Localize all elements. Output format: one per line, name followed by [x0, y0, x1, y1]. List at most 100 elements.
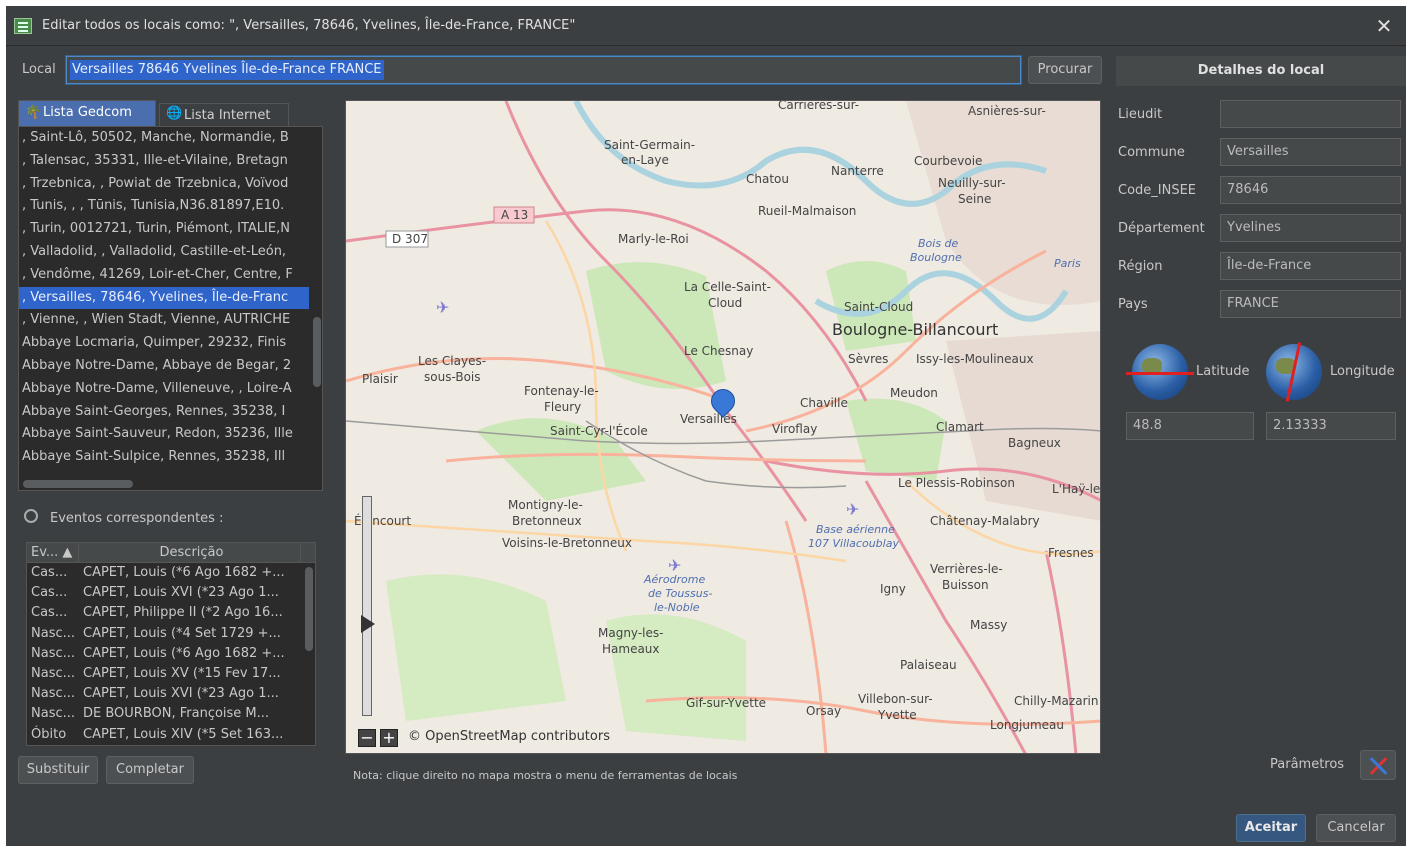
- lieudit-field[interactable]: [1220, 100, 1401, 128]
- list-item[interactable]: Abbaye Saint-Sulpice, Rennes, 35238, Ill: [19, 446, 309, 469]
- zoom-slider[interactable]: [361, 496, 375, 716]
- commune-field[interactable]: Versailles: [1220, 138, 1401, 166]
- code-insee-field[interactable]: 78646: [1220, 176, 1401, 204]
- map-label: Viroflay: [772, 422, 817, 436]
- zoom-in-button[interactable]: +: [380, 729, 398, 747]
- list-item[interactable]: , Talensac, 35331, Ille-et-Vilaine, Bret…: [19, 150, 309, 173]
- table-row[interactable]: Nasc... DE BOURBON, Françoise M...: [27, 704, 315, 724]
- map-note: Nota: clique direito no mapa mostra o me…: [353, 769, 738, 782]
- map-label: Bretonneux: [512, 514, 582, 528]
- table-row[interactable]: Nasc... CAPET, Louis XV (*15 Fev 17...: [27, 664, 315, 684]
- events-scrollbar[interactable]: [303, 563, 315, 745]
- column-header-description[interactable]: Descrição: [79, 543, 301, 562]
- event-description-cell: CAPET, Louis XVI (*23 Ago 1...: [83, 686, 279, 702]
- map-label: Seine: [958, 192, 991, 206]
- tab-internet-list[interactable]: 🌐 Lista Internet: [159, 103, 289, 126]
- list-item[interactable]: , Turin, 0012721, Turin, Piémont, ITALIE…: [19, 218, 309, 241]
- event-type-cell: Cas...: [31, 585, 68, 601]
- map-label: La Celle-Saint-: [684, 280, 771, 294]
- local-label: Local: [22, 62, 56, 77]
- map-label: Châtenay-Malabry: [930, 514, 1040, 528]
- region-field[interactable]: Île-de-France: [1220, 252, 1401, 280]
- scroll-thumb[interactable]: [305, 567, 313, 651]
- table-row[interactable]: Óbito CAPET, Louis XIV (*5 Set 163...: [27, 725, 315, 745]
- list-item[interactable]: , Valladolid, , Valladolid, Castille-et-…: [19, 241, 309, 264]
- map-label: Le Chesnay: [684, 344, 753, 358]
- list-item[interactable]: , Vendôme, 41269, Loir-et-Cher, Centre, …: [19, 264, 309, 287]
- map-label: A 13: [501, 208, 528, 222]
- list-item-selected[interactable]: , Versailles, 78646, Yvelines, Île-de-Fr…: [19, 286, 309, 310]
- window-title: Editar todos os locais como: ", Versaill…: [42, 18, 576, 33]
- map-label: Issy-les-Moulineaux: [916, 352, 1034, 366]
- event-description-cell: DE BOURBON, Françoise M...: [83, 706, 270, 722]
- map-label: Versailles: [680, 412, 737, 426]
- table-row[interactable]: Cas... CAPET, Louis XVI (*23 Ago 1...: [27, 583, 315, 603]
- event-type-cell: Nasc...: [31, 645, 76, 661]
- event-type-cell: Nasc...: [31, 665, 76, 681]
- search-button[interactable]: Procurar: [1028, 56, 1102, 84]
- parameters-tools-icon[interactable]: [1360, 750, 1396, 780]
- list-item[interactable]: Abbaye Saint-Sauveur, Redon, 35236, Ille: [19, 423, 309, 446]
- table-row[interactable]: Nasc... CAPET, Louis (*4 Set 1729 +...: [27, 624, 315, 644]
- place-list[interactable]: , Saint-Lô, 50502, Manche, Normandie, B …: [18, 126, 323, 491]
- close-button[interactable]: ✕: [1372, 14, 1396, 38]
- column-header-event[interactable]: Ev... ▲: [27, 543, 79, 562]
- list-item[interactable]: , Saint-Lô, 50502, Manche, Normandie, B: [19, 127, 309, 150]
- event-description-cell: CAPET, Louis XV (*15 Fev 17...: [83, 665, 281, 681]
- list-item[interactable]: Abbaye Notre-Dame, Abbaye de Begar, 2: [19, 355, 309, 378]
- accept-button[interactable]: Aceitar: [1236, 814, 1306, 842]
- longitude-field[interactable]: 2.13333: [1266, 412, 1396, 440]
- plus-icon: +: [382, 728, 396, 747]
- table-row[interactable]: Nasc... CAPET, Louis XVI (*23 Ago 1...: [27, 684, 315, 704]
- list-item[interactable]: , Trzebnica, , Powiat de Trzebnica, Voïv…: [19, 173, 309, 196]
- map-label: Gif-sur-Yvette: [686, 696, 766, 710]
- longitude-globe-icon: [1266, 342, 1322, 402]
- zoom-out-button[interactable]: −: [358, 729, 376, 747]
- table-row[interactable]: Cas... CAPET, Louis (*6 Ago 1682 +...: [27, 563, 315, 583]
- event-type-cell: Cas...: [31, 605, 68, 621]
- map-label: Montigny-le-: [508, 498, 583, 512]
- latitude-label: Latitude: [1196, 364, 1250, 379]
- tab-gedcom-list[interactable]: 🌴 Lista Gedcom: [18, 100, 156, 126]
- map-label: Nanterre: [831, 164, 884, 178]
- map-label: de Toussus-: [648, 587, 712, 600]
- map-label: Voisins-le-Bretonneux: [502, 536, 632, 550]
- map-label: Bois de: [918, 237, 959, 250]
- latitude-field[interactable]: 48.8: [1126, 412, 1254, 440]
- replace-button[interactable]: Substituir: [18, 756, 98, 784]
- events-table[interactable]: Ev... ▲ Descrição Cas... CAPET, Louis (*6…: [26, 542, 316, 746]
- list-item[interactable]: Abbaye Locmaria, Quimper, 29232, Finis: [19, 332, 309, 355]
- list-item[interactable]: , Vienne, , Wien Stadt, Vienne, AUTRICHE: [19, 309, 309, 332]
- map-label: D 307: [392, 232, 428, 246]
- tab-gedcom-label: Lista Gedcom: [43, 105, 132, 120]
- local-input[interactable]: Versailles 78646 Yvelines Île-de-France …: [66, 56, 1021, 84]
- complete-button[interactable]: Completar: [106, 756, 194, 784]
- zoom-slider-handle[interactable]: [361, 615, 375, 633]
- departement-field[interactable]: Yvelines: [1220, 214, 1401, 242]
- map-label: Les Clayes-: [418, 354, 486, 368]
- pays-field[interactable]: FRANCE: [1220, 290, 1401, 318]
- app-icon: [14, 18, 32, 34]
- place-list-horizontal-scrollbar[interactable]: [23, 480, 133, 488]
- map-label: Courbevoie: [914, 154, 982, 168]
- scroll-thumb[interactable]: [313, 317, 321, 387]
- list-item[interactable]: Abbaye Saint-Georges, Rennes, 35238, I: [19, 401, 309, 424]
- map-label: le-Noble: [654, 601, 700, 614]
- map-label: Carrières-sur-: [778, 101, 859, 112]
- map-label: Marly-le-Roi: [618, 232, 689, 246]
- table-row[interactable]: Nasc... CAPET, Louis (*6 Ago 1682 +...: [27, 644, 315, 664]
- map-label: Paris: [1054, 257, 1081, 270]
- list-item[interactable]: Abbaye Notre-Dame, Villeneuve, , Loire-A: [19, 378, 309, 401]
- table-row[interactable]: Cas... CAPET, Philippe II (*2 Ago 16...: [27, 603, 315, 623]
- parameters-label: Parâmetros: [1270, 757, 1345, 772]
- map-label: Saint-Cyr-l'École: [550, 423, 648, 438]
- event-description-cell: CAPET, Louis XVI (*23 Ago 1...: [83, 585, 279, 601]
- place-list-vertical-scrollbar[interactable]: [312, 127, 322, 487]
- map-view[interactable]: A 13 D 307 Saint-Germain- en-Laye Chatou…: [345, 100, 1101, 754]
- cancel-button[interactable]: Cancelar: [1316, 814, 1396, 842]
- map-canvas: A 13 D 307 Saint-Germain- en-Laye Chatou…: [346, 101, 1100, 753]
- list-item[interactable]: , Tunis, , , Tūnis, Tunisia,N36.81897,E1…: [19, 195, 309, 218]
- field-label-region: Région: [1118, 259, 1163, 274]
- minus-icon: −: [360, 728, 374, 747]
- event-description-cell: CAPET, Louis XIV (*5 Set 163...: [83, 726, 284, 742]
